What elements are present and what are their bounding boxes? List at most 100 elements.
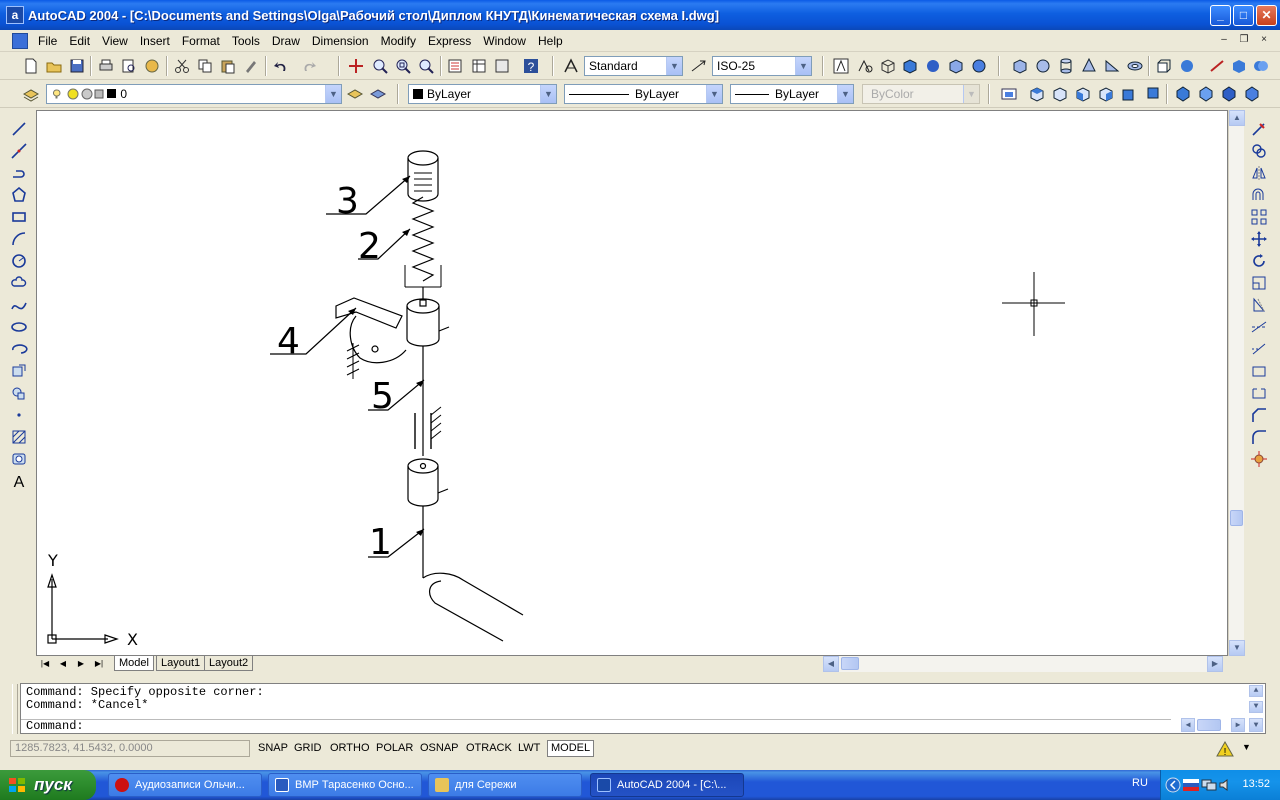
section-icon[interactable] <box>1208 57 1226 75</box>
menu-file[interactable]: File <box>32 34 63 48</box>
horizontal-scroll-thumb[interactable] <box>841 657 859 670</box>
zoom-realtime-icon[interactable] <box>371 57 389 75</box>
erase-icon[interactable] <box>1250 120 1268 138</box>
scroll-down-icon[interactable]: ▼ <box>1249 718 1263 732</box>
drawing-canvas[interactable]: 3 2 4 5 1 Y X <box>36 110 1228 656</box>
shaded-box-icon[interactable] <box>901 57 919 75</box>
horizontal-scrollbar[interactable]: ◀ ▶ <box>823 656 1223 672</box>
close-button[interactable]: ✕ <box>1256 5 1277 26</box>
right-view-icon[interactable] <box>1097 85 1115 103</box>
command-window[interactable]: Command: Specify opposite corner: Comman… <box>20 683 1266 734</box>
scroll-left-icon[interactable]: ◀ <box>1181 718 1195 732</box>
linetype-select[interactable]: ByLayer ▼ <box>564 84 723 104</box>
command-window-gripper[interactable] <box>12 684 18 734</box>
wireframe-box-icon[interactable] <box>879 57 897 75</box>
copy-object-icon[interactable] <box>1250 142 1268 160</box>
fillet-icon[interactable] <box>1250 428 1268 446</box>
language-indicator[interactable]: RU <box>1132 777 1148 789</box>
menu-view[interactable]: View <box>96 34 134 48</box>
orbit-icon[interactable] <box>970 57 988 75</box>
break-icon[interactable] <box>1250 384 1268 402</box>
new-file-icon[interactable] <box>22 57 40 75</box>
find-replace-icon[interactable] <box>856 57 874 75</box>
menu-format[interactable]: Format <box>176 34 226 48</box>
revolve-icon[interactable] <box>1178 57 1196 75</box>
trim-icon[interactable] <box>1250 318 1268 336</box>
break-at-point-icon[interactable] <box>1250 362 1268 380</box>
chevron-down-icon[interactable]: ▼ <box>325 85 341 103</box>
minimize-button[interactable]: _ <box>1210 5 1231 26</box>
tab-layout1[interactable]: Layout1 <box>156 656 206 671</box>
taskbar-item-opera[interactable]: Аудиозаписи Ольчи... <box>108 773 262 797</box>
scroll-right-icon[interactable]: ▶ <box>1231 718 1245 732</box>
stretch-icon[interactable] <box>1250 296 1268 314</box>
redo-icon[interactable] <box>300 57 318 75</box>
solid-box-icon[interactable] <box>1011 57 1029 75</box>
ellipse-arc-icon[interactable] <box>10 340 28 358</box>
plot-preview-icon[interactable] <box>120 57 138 75</box>
multiline-text-icon[interactable]: A <box>10 472 28 490</box>
autocad-app-icon[interactable]: a <box>6 6 24 24</box>
extend-icon[interactable] <box>1250 340 1268 358</box>
scroll-up-icon[interactable]: ▲ <box>1229 110 1245 126</box>
menu-insert[interactable]: Insert <box>134 34 176 48</box>
otrack-toggle[interactable]: OTRACK <box>462 740 516 757</box>
chevron-down-icon[interactable]: ▼ <box>795 57 811 75</box>
back-view-icon[interactable] <box>1143 85 1161 103</box>
scale-icon[interactable] <box>1250 274 1268 292</box>
command-prompt[interactable]: Command: <box>21 719 1171 733</box>
hatch-icon[interactable] <box>10 428 28 446</box>
doc-close-button[interactable]: × <box>1256 33 1272 47</box>
solid-sphere-icon[interactable] <box>1034 57 1052 75</box>
command-scroll-thumb[interactable] <box>1197 719 1221 731</box>
sphere-icon[interactable] <box>924 57 942 75</box>
menu-help[interactable]: Help <box>532 34 569 48</box>
lineweight-select[interactable]: ByLayer ▼ <box>730 84 854 104</box>
revision-cloud-icon[interactable] <box>10 274 28 292</box>
maximize-button[interactable]: □ <box>1233 5 1254 26</box>
lwt-toggle[interactable]: LWT <box>514 740 545 757</box>
make-object-layer-current-icon[interactable] <box>346 85 364 103</box>
tab-nav-next-icon[interactable]: ▶ <box>74 657 88 671</box>
make-block-icon[interactable] <box>10 384 28 402</box>
chevron-down-icon[interactable]: ▼ <box>666 57 682 75</box>
tab-layout2[interactable]: Layout2 <box>204 656 254 671</box>
vertical-scrollbar[interactable]: ▲ ▼ <box>1228 110 1245 656</box>
construction-line-icon[interactable] <box>10 142 28 160</box>
nw-isometric-icon[interactable] <box>1243 85 1261 103</box>
snap-toggle[interactable]: SNAP <box>254 740 292 757</box>
ortho-toggle[interactable]: ORTHO <box>326 740 374 757</box>
extrude-icon[interactable] <box>1155 57 1173 75</box>
tab-nav-last-icon[interactable]: ▶| <box>92 657 106 671</box>
line-icon[interactable] <box>10 120 28 138</box>
interfere-icon[interactable] <box>1252 57 1270 75</box>
ne-isometric-icon[interactable] <box>1220 85 1238 103</box>
polar-toggle[interactable]: POLAR <box>372 740 418 757</box>
doc-restore-button[interactable]: ❐ <box>1236 33 1252 47</box>
scroll-up-icon[interactable]: ▲ <box>1249 685 1263 697</box>
menu-tools[interactable]: Tools <box>226 34 266 48</box>
named-views-icon[interactable] <box>1000 85 1018 103</box>
grid-toggle[interactable]: GRID <box>290 740 326 757</box>
menu-modify[interactable]: Modify <box>375 34 422 48</box>
solid-wedge-icon[interactable] <box>1103 57 1121 75</box>
properties-icon[interactable] <box>446 57 464 75</box>
communication-center-icon[interactable]: ! <box>1216 741 1234 757</box>
explode-icon[interactable] <box>1250 450 1268 468</box>
match-properties-icon[interactable] <box>242 57 260 75</box>
scroll-down-icon[interactable]: ▼ <box>1229 640 1245 656</box>
move-icon[interactable] <box>1250 230 1268 248</box>
chamfer-icon[interactable] <box>1250 406 1268 424</box>
rectangle-icon[interactable] <box>10 208 28 226</box>
taskbar-item-folder[interactable]: для Сережи <box>428 773 582 797</box>
scroll-left-icon[interactable]: ◀ <box>823 656 839 672</box>
taskbar-item-word[interactable]: ВМР Тарасенко Осно... <box>268 773 422 797</box>
polyline-icon[interactable] <box>10 164 28 182</box>
menu-edit[interactable]: Edit <box>63 34 96 48</box>
chevron-down-icon[interactable]: ▼ <box>706 85 722 103</box>
slice-icon[interactable] <box>1230 57 1248 75</box>
design-center-icon[interactable] <box>470 57 488 75</box>
publish-icon[interactable] <box>143 57 161 75</box>
title-bar[interactable]: a AutoCAD 2004 - [C:\Documents and Setti… <box>0 0 1280 30</box>
region-icon[interactable] <box>10 450 28 468</box>
